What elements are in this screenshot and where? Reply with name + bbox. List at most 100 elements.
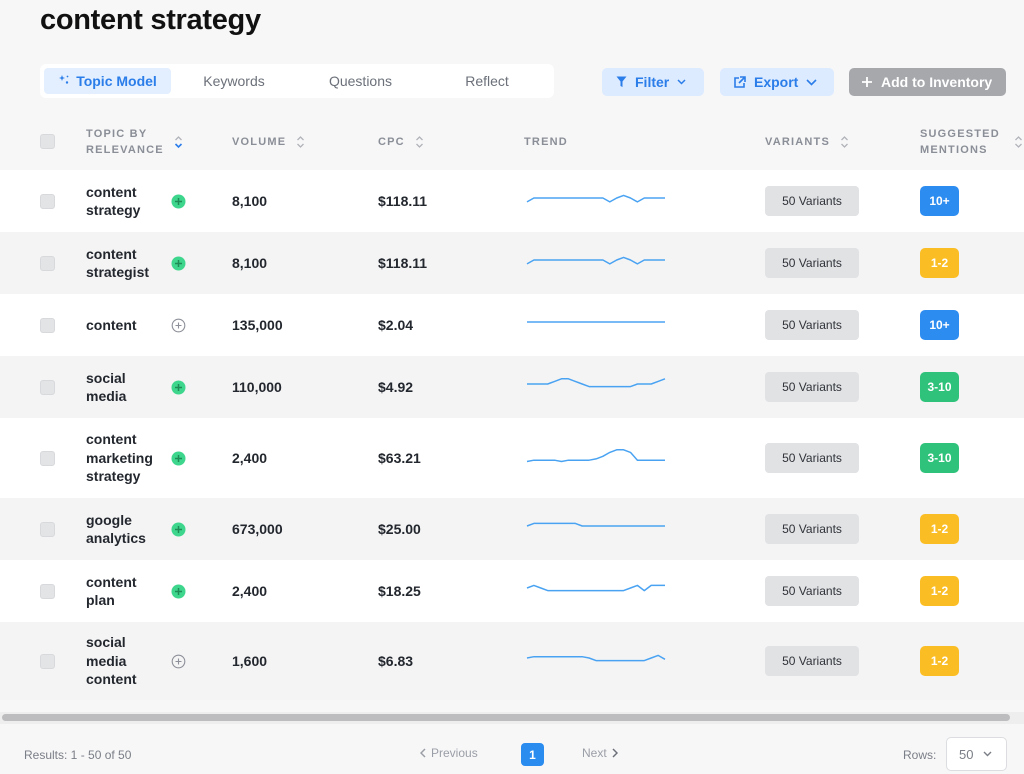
header-label: VOLUME bbox=[232, 136, 287, 148]
trend-line bbox=[526, 584, 665, 592]
column-mentions-header[interactable]: SUGGESTED MENTIONS bbox=[920, 126, 1023, 158]
pagination-footer: Results: 1 - 50 of 50 Previous 1 Next Ro… bbox=[0, 728, 1024, 774]
volume-value: 1,600 bbox=[232, 653, 268, 669]
keyword-cell: content strategist bbox=[86, 232, 160, 294]
table-row: content plan 2,400 $18.25 50 Variants 1-2 bbox=[0, 560, 1024, 622]
sort-icon bbox=[415, 135, 424, 149]
added-plus-icon[interactable] bbox=[171, 356, 186, 418]
plus-icon bbox=[861, 76, 873, 88]
trend-sparkline bbox=[526, 356, 668, 418]
row-checkbox[interactable] bbox=[40, 584, 55, 599]
variants-button[interactable]: 50 Variants bbox=[765, 514, 859, 544]
variants-button[interactable]: 50 Variants bbox=[765, 372, 859, 402]
rows-value: 50 bbox=[959, 746, 974, 762]
previous-page-button[interactable]: Previous bbox=[420, 746, 478, 760]
row-checkbox[interactable] bbox=[40, 451, 55, 466]
added-plus-icon[interactable] bbox=[171, 498, 186, 560]
table-row: social media content 1,600 $6.83 50 Variants 1… bbox=[0, 622, 1024, 700]
keyword-cell: content plan bbox=[86, 560, 160, 622]
column-cpc-header[interactable]: CPC bbox=[378, 134, 424, 150]
next-label: Next bbox=[582, 746, 607, 760]
trend-line bbox=[527, 378, 666, 388]
trend-sparkline bbox=[526, 418, 668, 498]
add-to-inventory-button[interactable]: Add to Inventory bbox=[849, 68, 1006, 96]
rows-per-page-select[interactable]: 50 bbox=[946, 737, 1007, 771]
variants-button[interactable]: 50 Variants bbox=[765, 576, 859, 606]
mentions-cell: 1-2 bbox=[920, 232, 959, 294]
variants-button[interactable]: 50 Variants bbox=[765, 443, 859, 473]
table-row: content strategist 8,100 $118.11 50 Variants… bbox=[0, 232, 1024, 294]
chevron-right-icon bbox=[612, 748, 618, 758]
header-label: CPC bbox=[378, 136, 405, 148]
added-plus-icon[interactable] bbox=[171, 560, 186, 622]
column-trend-header: TREND bbox=[524, 134, 568, 150]
tab-questions[interactable]: Questions bbox=[297, 68, 424, 94]
tab-topic-model[interactable]: Topic Model bbox=[44, 68, 171, 94]
tab-label: Questions bbox=[328, 73, 393, 89]
column-variants-header[interactable]: VARIANTS bbox=[765, 134, 849, 150]
export-button[interactable]: Export bbox=[720, 68, 834, 96]
cpc-value: $18.25 bbox=[378, 583, 421, 599]
table-row: content marketing strategy 2,400 $63.21 50 Va… bbox=[0, 418, 1024, 498]
added-plus-icon[interactable] bbox=[171, 232, 186, 294]
variants-button[interactable]: 50 Variants bbox=[765, 310, 859, 340]
keyword-text: strategist bbox=[86, 264, 150, 280]
rows-label: Rows: bbox=[903, 748, 937, 762]
keyword-text: media bbox=[86, 388, 127, 404]
column-volume-header[interactable]: VOLUME bbox=[232, 134, 305, 150]
tab-label: Keywords bbox=[203, 73, 265, 89]
mentions-badge: 1-2 bbox=[920, 248, 959, 278]
variants-button[interactable]: 50 Variants bbox=[765, 646, 859, 676]
variants-cell: 50 Variants bbox=[765, 498, 859, 560]
keyword-text: plan bbox=[86, 592, 115, 608]
next-page-button[interactable]: Next bbox=[582, 746, 618, 760]
trend-sparkline bbox=[526, 170, 668, 232]
scrollbar-thumb[interactable] bbox=[2, 714, 1010, 721]
row-checkbox[interactable] bbox=[40, 380, 55, 395]
trend-line bbox=[526, 654, 666, 662]
variants-button[interactable]: 50 Variants bbox=[765, 186, 859, 216]
added-plus-icon[interactable] bbox=[171, 170, 186, 232]
keyword-cell: social media content bbox=[86, 622, 160, 700]
row-checkbox[interactable] bbox=[40, 654, 55, 669]
mentions-badge: 10+ bbox=[920, 310, 959, 340]
add-plus-icon[interactable] bbox=[171, 622, 186, 700]
trend-sparkline bbox=[526, 560, 668, 622]
keyword-text: social bbox=[86, 369, 126, 386]
add-plus-icon[interactable] bbox=[171, 294, 186, 356]
mentions-cell: 1-2 bbox=[920, 622, 959, 700]
added-plus-icon[interactable] bbox=[171, 418, 186, 498]
table-row: social media 110,000 $4.92 50 Variants 3-10 bbox=[0, 356, 1024, 418]
previous-label: Previous bbox=[431, 746, 478, 760]
keyword-cell: social media bbox=[86, 356, 160, 418]
volume-value: 8,100 bbox=[232, 255, 268, 271]
tab-keywords[interactable]: Keywords bbox=[171, 68, 297, 94]
external-link-icon bbox=[733, 75, 746, 89]
trend-sparkline bbox=[526, 622, 668, 700]
table-header: TOPIC BY RELEVANCE VOLUME CPC TREND VARIA… bbox=[0, 114, 1024, 170]
header-line: MENTIONS bbox=[920, 144, 988, 156]
filter-button[interactable]: Filter bbox=[602, 68, 704, 96]
variants-button[interactable]: 50 Variants bbox=[765, 248, 859, 278]
filter-label: Filter bbox=[635, 74, 670, 90]
page-title: content strategy bbox=[40, 4, 261, 36]
chevron-left-icon bbox=[420, 748, 426, 758]
row-checkbox[interactable] bbox=[40, 194, 55, 209]
keyword-text: strategy bbox=[86, 468, 141, 485]
keyword-text: content bbox=[86, 183, 137, 200]
tab-label: Topic Model bbox=[76, 73, 157, 89]
tab-reflect[interactable]: Reflect bbox=[424, 68, 550, 94]
volume-value: 673,000 bbox=[232, 521, 283, 537]
column-topic-header[interactable]: TOPIC BY RELEVANCE bbox=[86, 126, 183, 158]
select-all-checkbox[interactable] bbox=[40, 134, 55, 149]
row-checkbox[interactable] bbox=[40, 522, 55, 537]
table-row: google analytics 673,000 $25.00 50 Variants 1… bbox=[0, 498, 1024, 560]
chevron-down-icon bbox=[677, 79, 686, 85]
keyword-text: content bbox=[86, 431, 137, 448]
row-checkbox[interactable] bbox=[40, 256, 55, 271]
page-number-button[interactable]: 1 bbox=[521, 743, 544, 766]
cpc-value: $118.11 bbox=[378, 193, 428, 209]
row-checkbox[interactable] bbox=[40, 318, 55, 333]
mentions-cell: 10+ bbox=[920, 294, 959, 356]
sort-desc-icon bbox=[174, 135, 183, 149]
